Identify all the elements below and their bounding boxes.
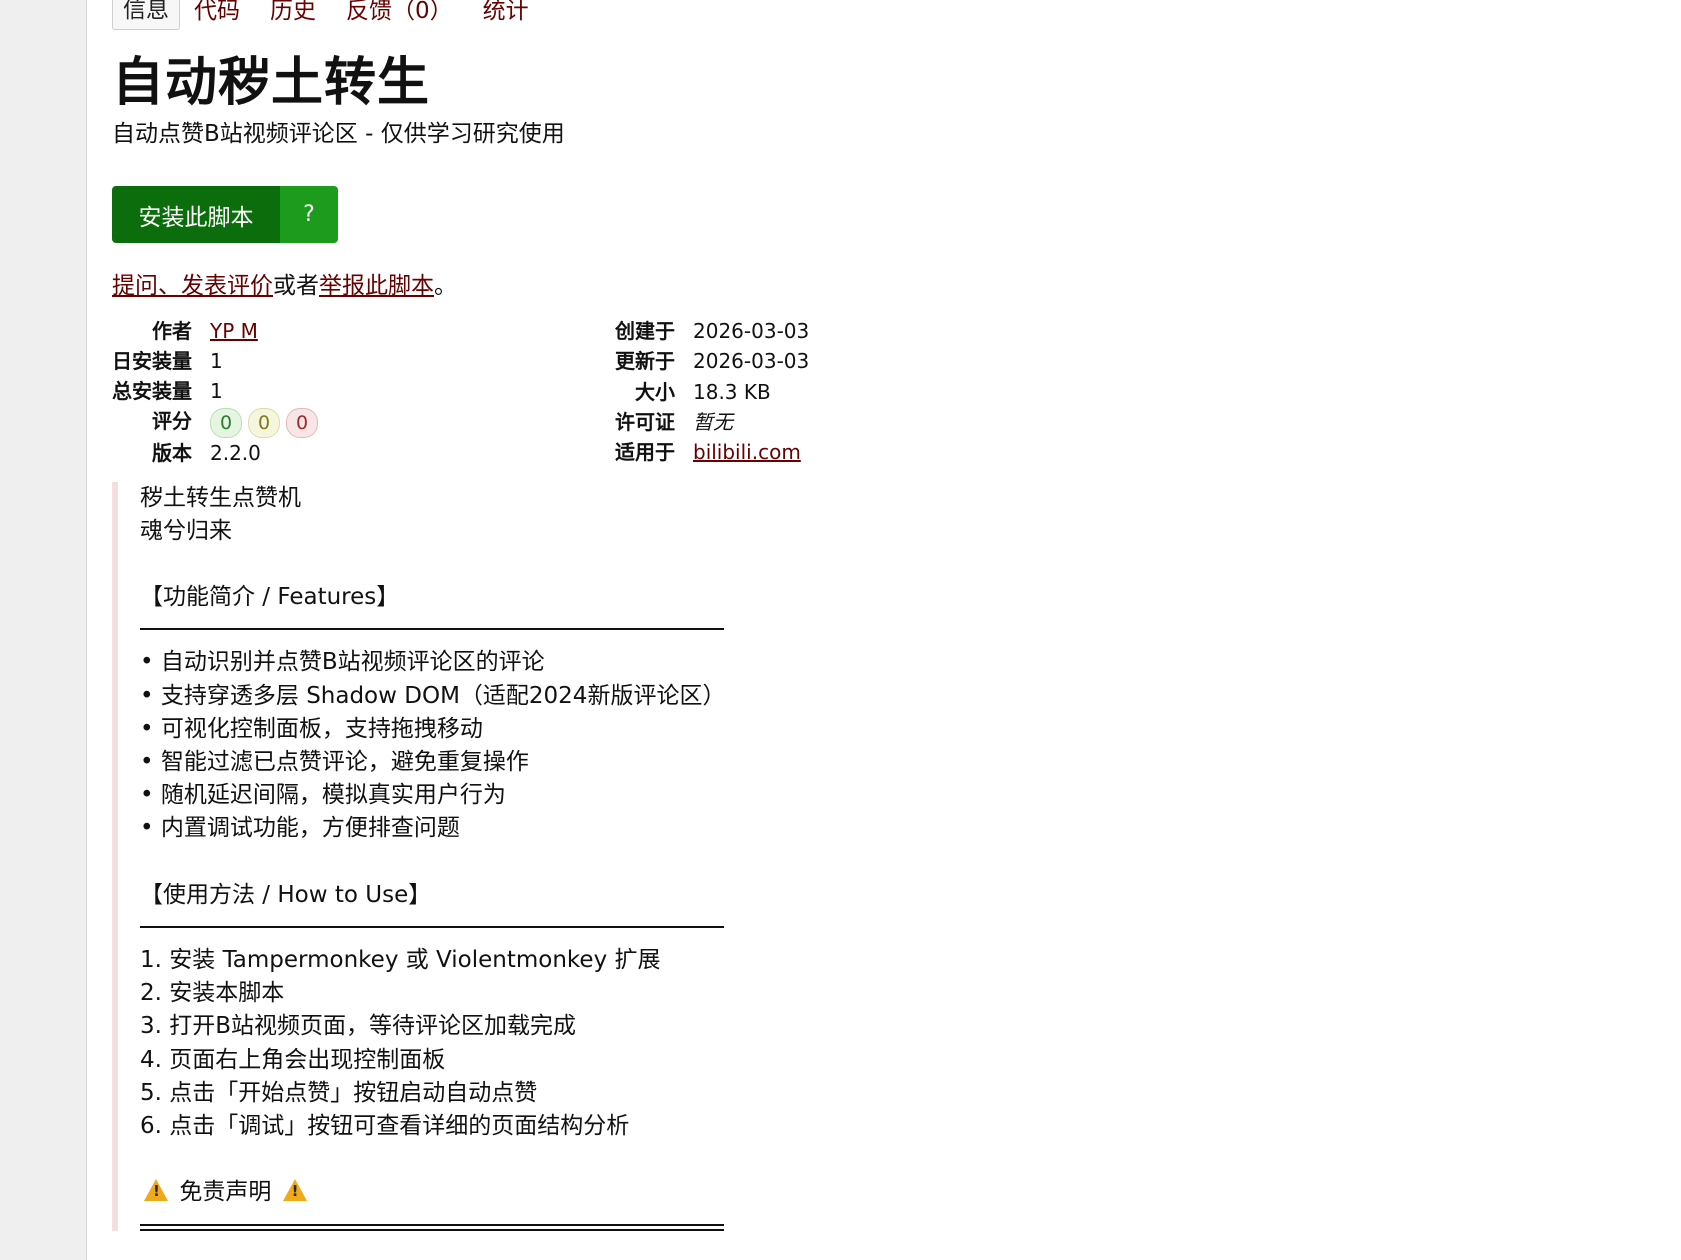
description-line: 魂兮归来 [140, 517, 232, 544]
howto-step: 3. 打开B站视频页面，等待评论区加载完成 [140, 1013, 577, 1040]
disclaimer-heading: 免责声明 [179, 1179, 272, 1206]
total-installs-label: 总安装量 [112, 379, 192, 403]
feature-item: • 自动识别并点赞B站视频评论区的评论 [140, 649, 545, 676]
disclaimer-heading-row: 免责声明 [140, 1176, 840, 1209]
features-heading: 【功能简介 / Features】 [140, 584, 400, 611]
script-tabs: 信息 代码 历史 反馈（0） 统计 [112, 0, 1652, 30]
updated-value: 2026-03-03 [693, 349, 810, 374]
size-value: 18.3 KB [693, 379, 771, 404]
script-title: 自动秽土转生 [112, 53, 431, 113]
feature-item: • 智能过滤已点赞评论，避免重复操作 [140, 748, 529, 775]
howto-step: 5. 点击「开始点赞」按钮启动自动点赞 [140, 1079, 538, 1106]
version-value: 2.2.0 [210, 440, 261, 465]
howto-heading: 【使用方法 / How to Use】 [140, 881, 432, 908]
rating-ok-count: 0 [248, 407, 280, 438]
rating-label: 评分 [152, 409, 192, 433]
tab-code[interactable]: 代码 [192, 0, 242, 30]
author-label: 作者 [152, 319, 192, 343]
install-button[interactable]: 安装此脚本 [112, 186, 280, 243]
applies-to-link[interactable]: bilibili.com [693, 440, 801, 464]
description-line: 秽土转生点赞机 [140, 484, 301, 511]
author-link[interactable]: YP M [210, 319, 258, 343]
applies-to-label: 适用于 [615, 440, 675, 465]
created-value: 2026-03-03 [693, 319, 810, 343]
daily-installs-label: 日安装量 [112, 349, 192, 373]
daily-installs-value: 1 [210, 349, 223, 373]
tab-history[interactable]: 历史 [268, 0, 318, 30]
script-page: 信息 代码 历史 反馈（0） 统计 自动秽土转生 自动点赞B站视频评论区 - 仅… [86, 0, 1681, 1260]
tab-stats[interactable]: 统计 [481, 0, 531, 30]
feedback-line: 提问、发表评价或者举报此脚本。 [112, 270, 1652, 302]
script-info: 作者 YP M 日安装量 1 总安装量 1 评分 0 0 0 版本 2.2.0 [112, 316, 1652, 468]
warning-icon [144, 1179, 168, 1202]
total-installs-value: 1 [210, 379, 223, 403]
rating-bad-count: 0 [286, 407, 318, 438]
howto-step: 1. 安装 Tampermonkey 或 Violentmonkey 扩展 [140, 946, 661, 973]
tab-info[interactable]: 信息 [112, 0, 180, 30]
rating-good-count: 0 [210, 407, 242, 438]
created-label: 创建于 [615, 319, 675, 343]
tab-feedback[interactable]: 反馈（0） [344, 0, 455, 30]
divider [140, 925, 724, 928]
install-button-group: 安装此脚本 ? [112, 186, 338, 243]
feedback-or-text: 或者 [273, 273, 319, 299]
script-content: 信息 代码 历史 反馈（0） 统计 自动秽土转生 自动点赞B站视频评论区 - 仅… [112, 0, 1652, 1247]
feedback-end-text: 。 [434, 273, 457, 299]
divider [140, 628, 724, 631]
feature-item: • 内置调试功能，方便排查问题 [140, 815, 460, 842]
warning-icon [282, 1179, 307, 1202]
ask-feedback-link[interactable]: 提问、发表评价 [112, 273, 273, 299]
install-help-button[interactable]: ? [280, 186, 338, 243]
report-script-link[interactable]: 举报此脚本 [319, 273, 434, 299]
script-subtitle: 自动点赞B站视频评论区 - 仅供学习研究使用 [112, 121, 565, 147]
info-column-right: 创建于 2026-03-03 更新于 2026-03-03 大小 18.3 KB… [595, 316, 809, 468]
double-divider [140, 1223, 724, 1231]
feature-item: • 可视化控制面板，支持拖拽移动 [140, 715, 483, 742]
license-label: 许可证 [615, 409, 675, 434]
info-column-left: 作者 YP M 日安装量 1 总安装量 1 评分 0 0 0 版本 2.2.0 [112, 316, 595, 468]
howto-step: 2. 安装本脚本 [140, 980, 285, 1007]
license-value: 暂无 [693, 409, 733, 434]
updated-label: 更新于 [615, 349, 675, 374]
howto-step: 6. 点击「调试」按钮可查看详细的页面结构分析 [140, 1112, 630, 1139]
version-label: 版本 [152, 440, 192, 465]
script-description: 秽土转生点赞机 魂兮归来 【功能简介 / Features】 • 自动识别并点赞… [112, 481, 840, 1231]
rating-values: 0 0 0 [210, 406, 595, 438]
feature-item: • 随机延迟间隔，模拟真实用户行为 [140, 782, 506, 809]
feature-item: • 支持穿透多层 Shadow DOM（适配2024新版评论区） [140, 682, 726, 709]
size-label: 大小 [635, 379, 675, 404]
howto-step: 4. 页面右上角会出现控制面板 [140, 1046, 446, 1073]
